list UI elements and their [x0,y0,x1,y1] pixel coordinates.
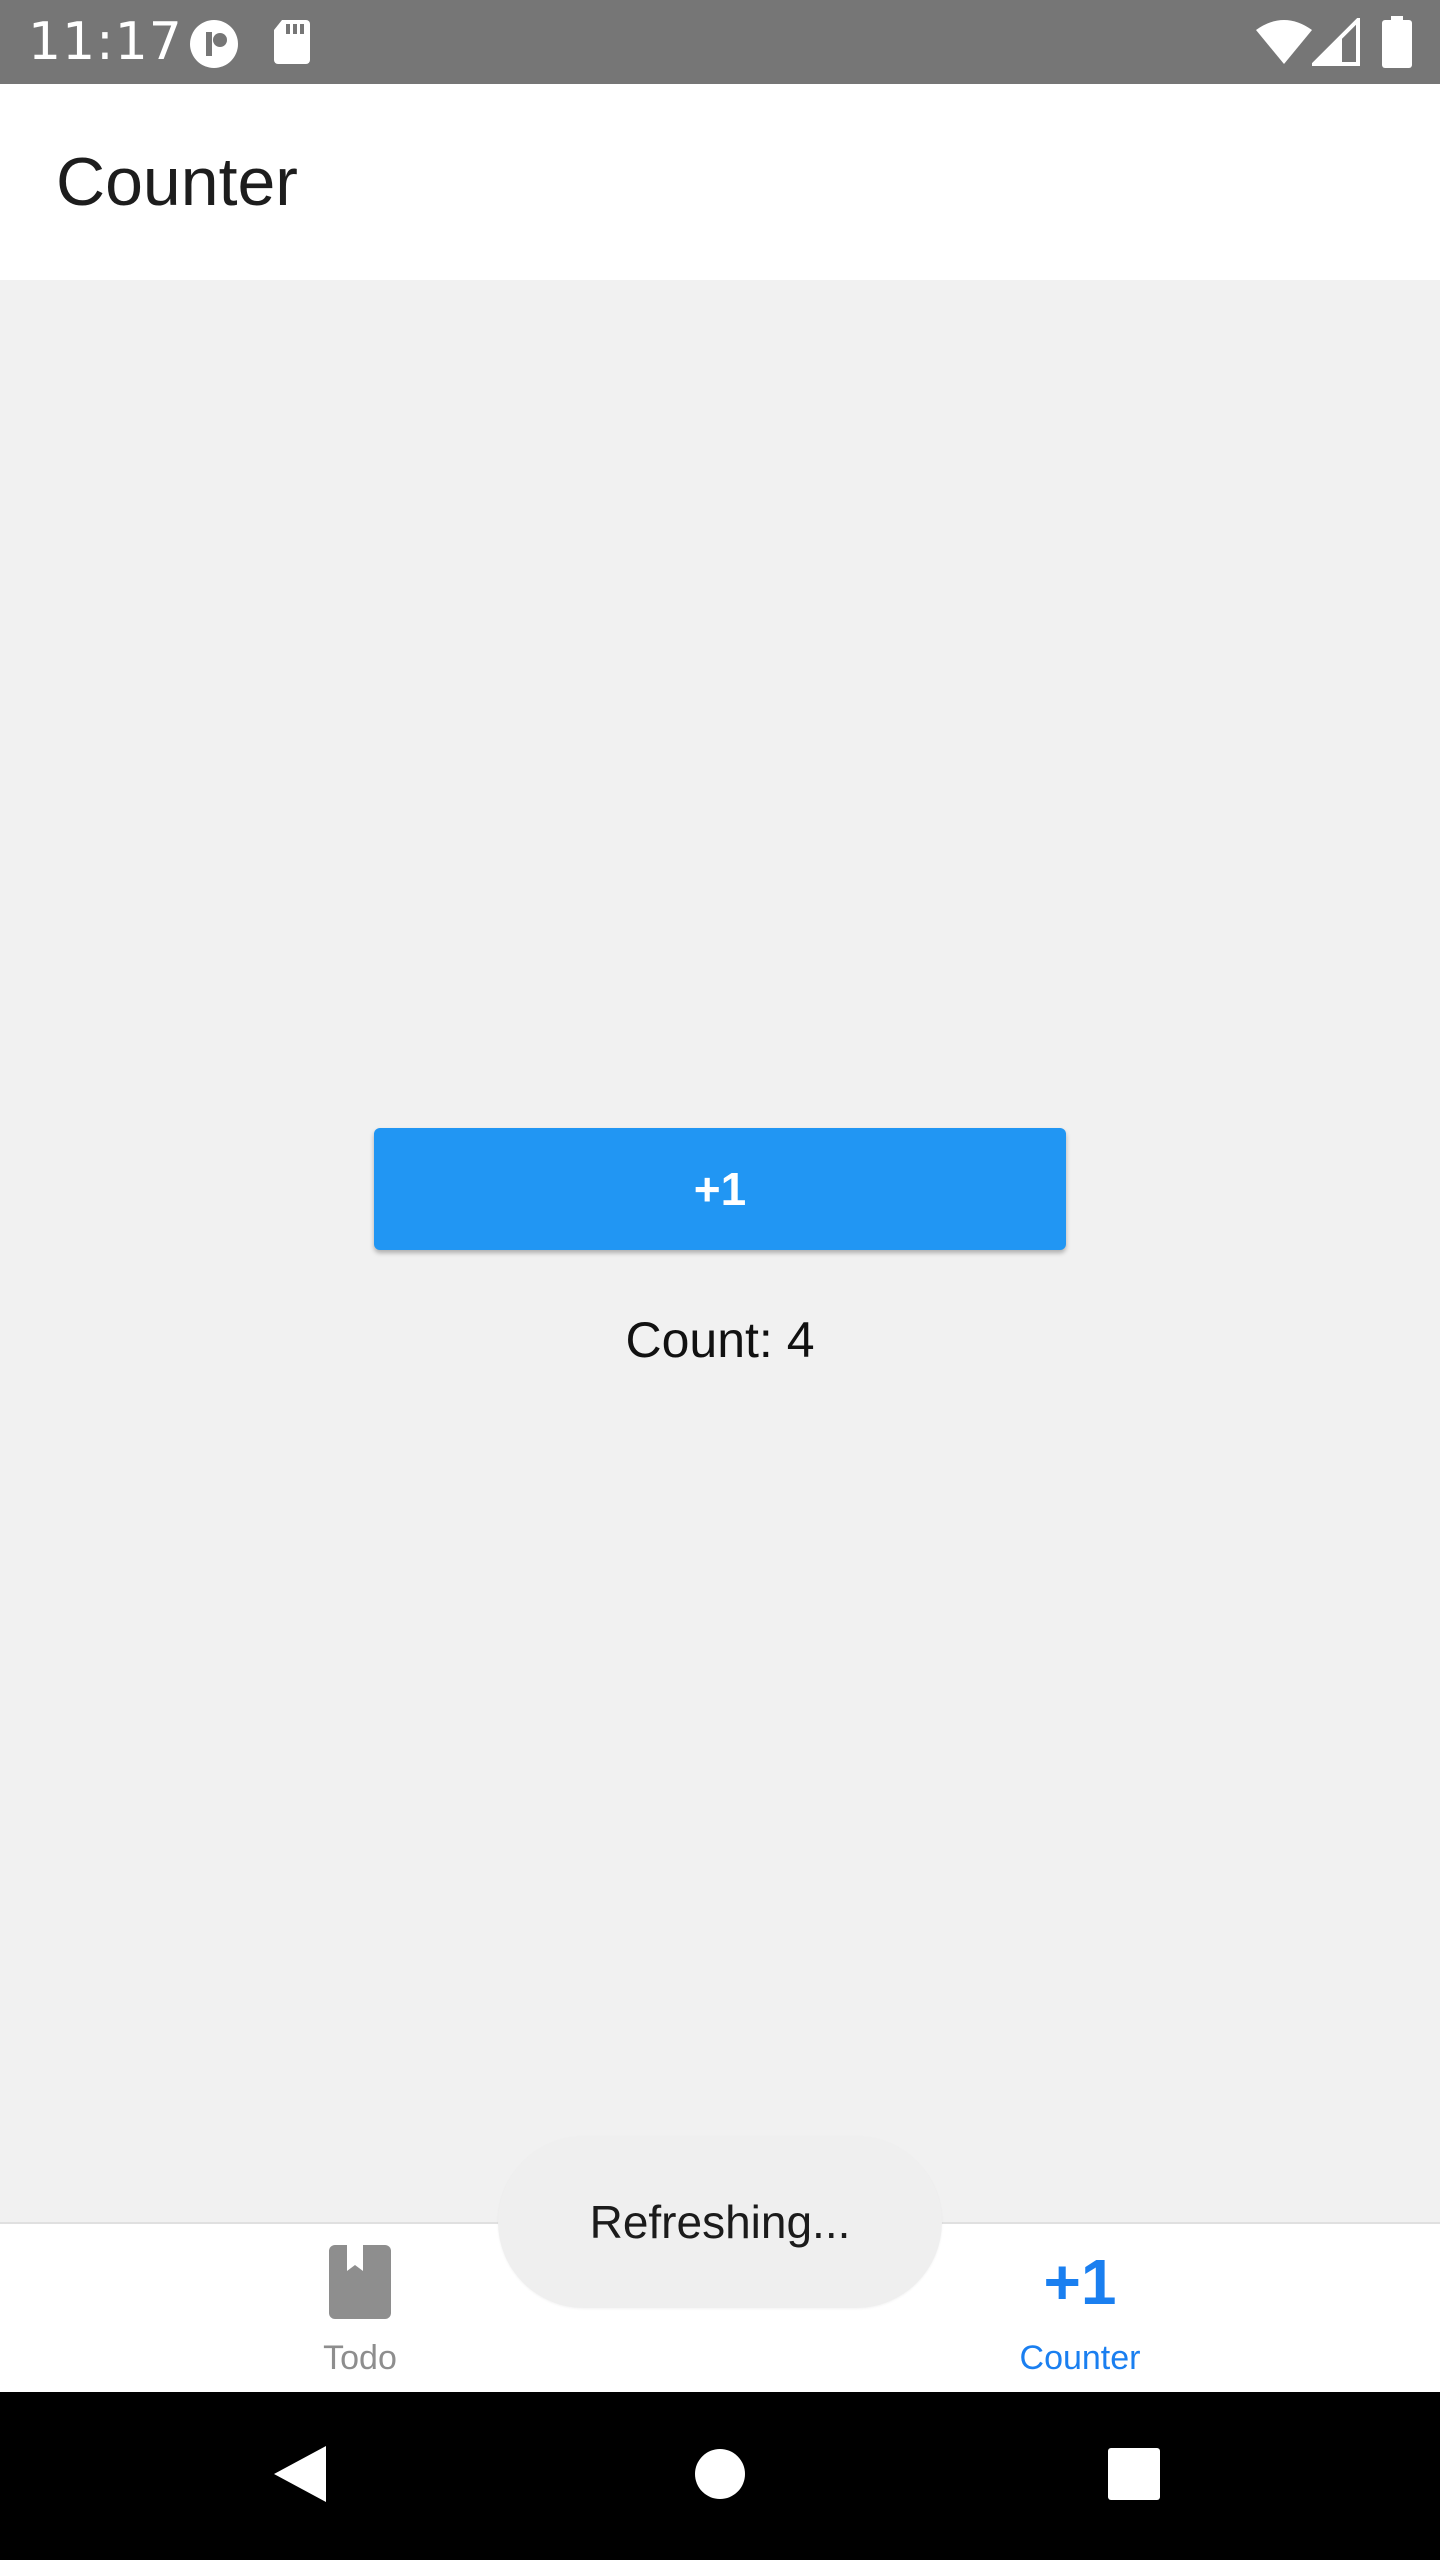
recents-button[interactable] [1064,2392,1204,2560]
counter-content: +1 Count: 4 [0,280,1440,2222]
recents-icon [1108,2447,1160,2505]
toast-message: Refreshing... [498,2136,942,2308]
battery-icon [1382,16,1412,73]
increment-button[interactable]: +1 [374,1128,1066,1250]
back-button[interactable] [230,2392,370,2560]
wifi-icon [1256,18,1312,71]
count-label: Count: 4 [625,1312,815,1368]
page-title: Counter [56,144,298,220]
tab-counter-label: Counter [1019,2339,1141,2377]
app-screen: 11:17 Counter +1 Count: 4 Todo +1 Counte… [0,0,1440,2560]
back-icon [272,2444,328,2509]
notification-app-icon [188,18,240,75]
status-bar: 11:17 [0,0,1440,84]
system-navigation-bar [0,2392,1440,2560]
cell-signal-icon [1309,15,1360,71]
tab-todo-label: Todo [323,2339,397,2377]
tab-counter-icon-text: +1 [1043,2246,1117,2318]
home-icon [693,2447,747,2506]
sd-card-icon [272,18,312,71]
status-time: 11:17 [28,12,183,72]
home-button[interactable] [650,2392,790,2560]
app-bar: Counter [0,84,1440,280]
